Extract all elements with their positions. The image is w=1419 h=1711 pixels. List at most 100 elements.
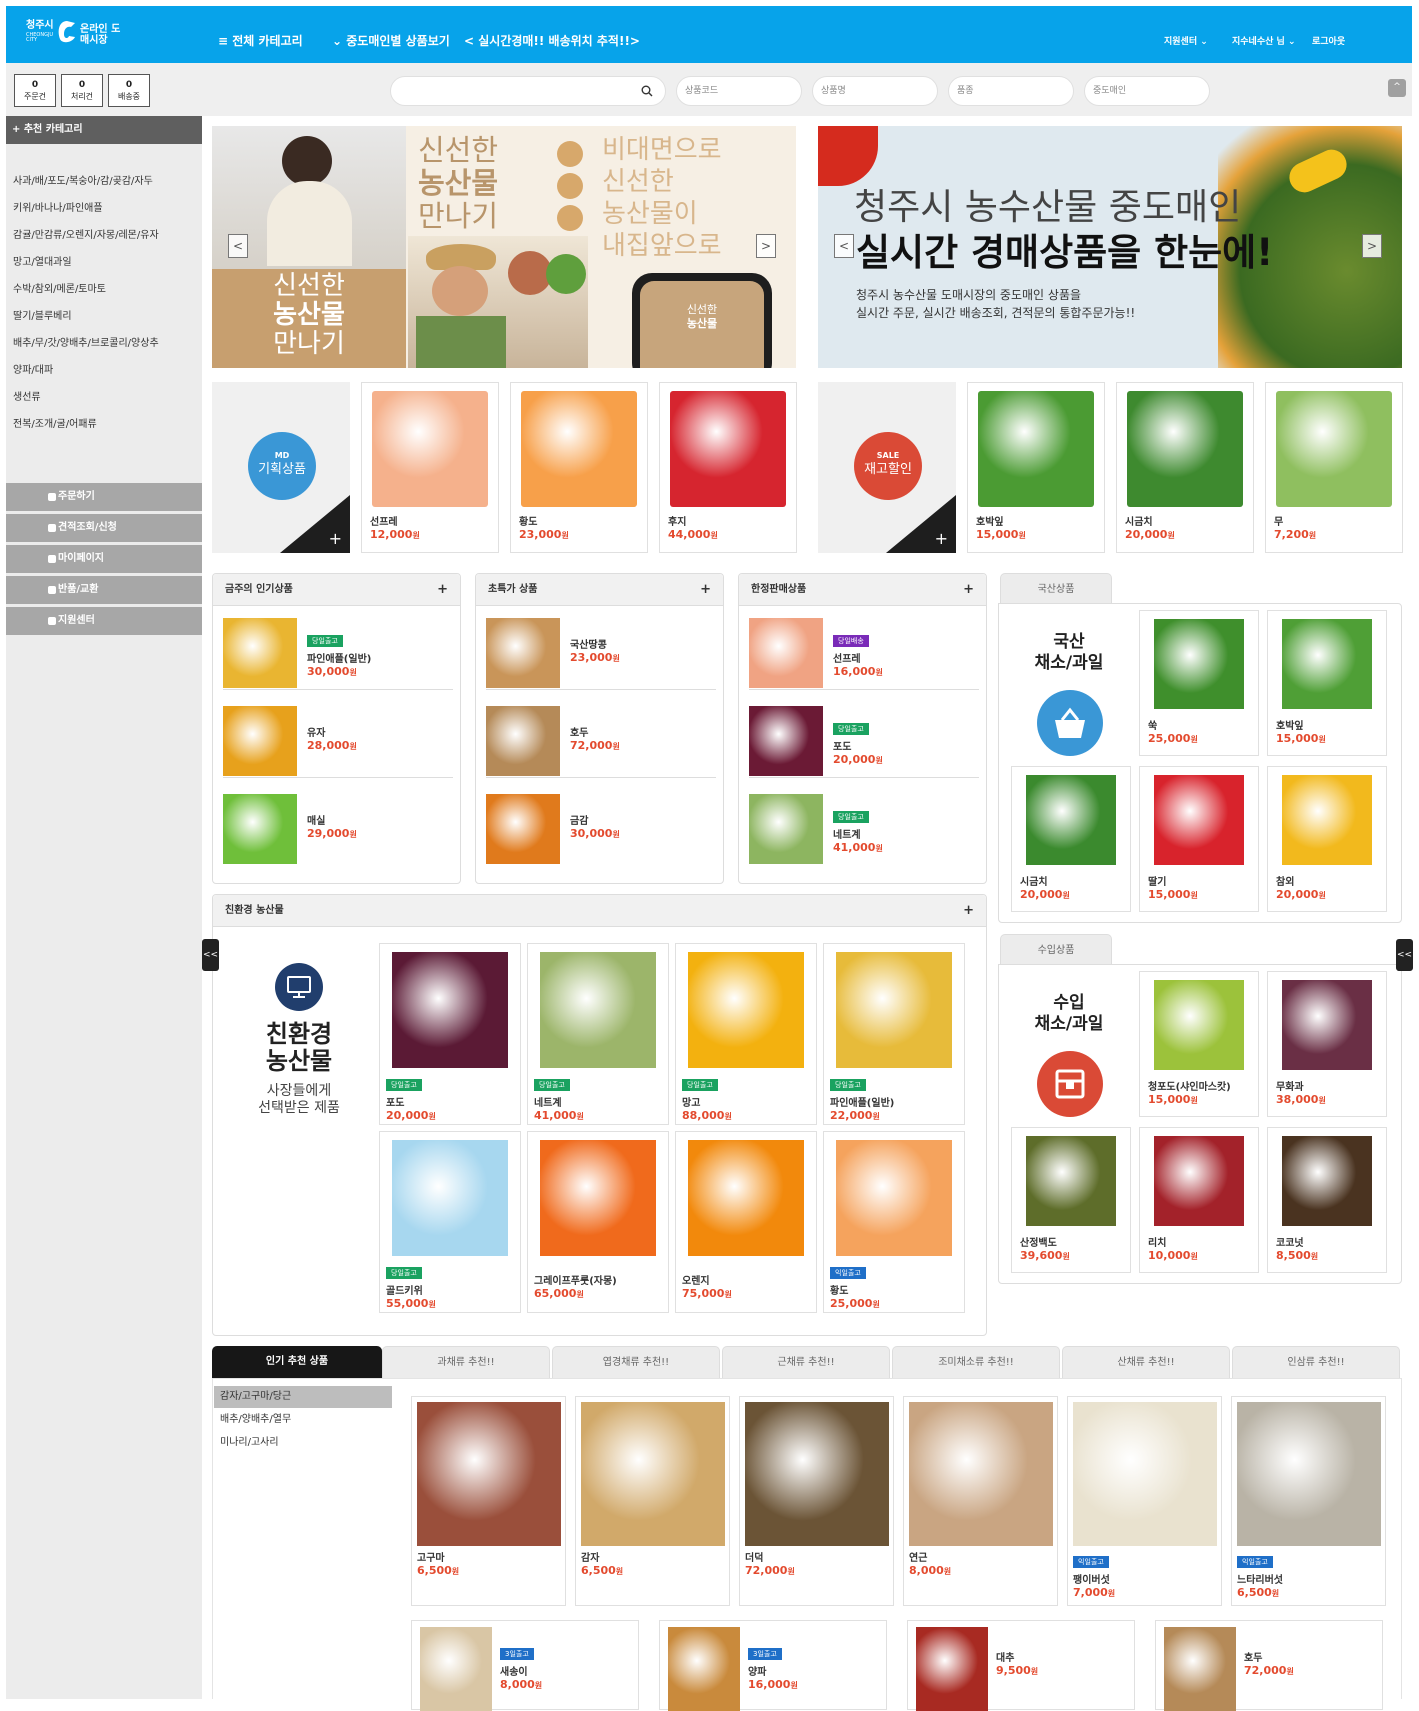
product-name[interactable]: 느타리버섯 — [1237, 1571, 1283, 1586]
product-card[interactable]: 그레이프푸룻(자몽) 65,000원 — [527, 1131, 669, 1313]
sidebar-menu-0[interactable]: 주문하기 — [6, 483, 202, 511]
product-name[interactable]: 파인애플(일반) — [830, 1094, 894, 1109]
sidebar-menu-4[interactable]: 지원센터 — [6, 607, 202, 635]
list-item[interactable]: 국산땅콩 23,000원 — [486, 614, 716, 690]
nav-realtime-auction[interactable]: < 실시간경매!! 배송위치 추적!!> — [464, 32, 640, 49]
wholesaler-input[interactable]: 중도매인 — [1084, 76, 1210, 106]
product-image[interactable] — [392, 1140, 508, 1256]
md-promo-tile[interactable]: MD 기획상품 + — [212, 382, 350, 553]
product-name[interactable]: 국산땅콩 — [570, 636, 620, 651]
product-name[interactable]: 포도 — [833, 738, 883, 753]
order-count[interactable]: 0 주문건 — [14, 74, 56, 107]
product-card[interactable]: 당일출고 파인애플(일반) 22,000원 — [823, 943, 965, 1125]
product-name[interactable]: 매실 — [307, 812, 357, 827]
product-name[interactable]: 네트계 — [833, 826, 883, 841]
banner1-prev-button[interactable]: < — [228, 234, 248, 258]
product-image[interactable] — [420, 1627, 492, 1711]
product-image[interactable] — [581, 1402, 725, 1546]
recommend-tab[interactable]: 근채류 추천!! — [722, 1346, 890, 1378]
site-logo[interactable]: 청주시 CHEONGJU CITY 온라인 도매시장 — [26, 19, 124, 55]
product-thumbnail[interactable] — [749, 794, 823, 864]
tab-imported[interactable]: 수입상품 — [1000, 934, 1112, 964]
special-more-plus-icon[interactable]: + — [700, 574, 711, 606]
product-image[interactable] — [1276, 391, 1392, 507]
banner2-next-button[interactable]: > — [1362, 234, 1382, 258]
product-card-small[interactable]: 3일출고 새송이 8,000원 — [411, 1620, 639, 1711]
product-card[interactable]: 무화과 38,000원 — [1267, 971, 1387, 1117]
sidebar-category-item[interactable]: 감귤/만감류/오렌지/자몽/레몬/유자 — [13, 226, 159, 241]
product-name[interactable]: 시금치 — [1125, 513, 1175, 528]
product-image[interactable] — [688, 952, 804, 1068]
product-thumbnail[interactable] — [223, 794, 297, 864]
md-more-plus-icon[interactable]: + — [329, 529, 342, 548]
sidebar-category-item[interactable]: 배추/무/갓/양배추/브로콜리/양상추 — [13, 334, 159, 349]
product-card[interactable]: 산정백도 39,600원 — [1011, 1127, 1131, 1273]
product-name[interactable]: 호두 — [570, 724, 620, 739]
product-name[interactable]: 황도 — [830, 1282, 880, 1297]
product-name[interactable]: 청포도(샤인마스캇) — [1148, 1078, 1231, 1093]
product-name[interactable]: 딸기 — [1148, 873, 1198, 888]
search-icon[interactable] — [641, 85, 653, 97]
product-name[interactable]: 선프레 — [833, 650, 883, 665]
product-card[interactable]: 당일출고 포도 20,000원 — [379, 943, 521, 1125]
product-card-small[interactable]: 3일출고 양파 16,000원 — [659, 1620, 887, 1711]
support-center-menu[interactable]: 지원센터 ⌄ — [1164, 34, 1208, 47]
product-thumbnail[interactable] — [223, 618, 297, 688]
product-name[interactable]: 후지 — [668, 513, 718, 528]
product-name[interactable]: 그레이프푸룻(자몽) — [534, 1272, 617, 1287]
product-card[interactable]: 코코넛 8,500원 — [1267, 1127, 1387, 1273]
product-image[interactable] — [745, 1402, 889, 1546]
product-name[interactable]: 산정백도 — [1020, 1234, 1070, 1249]
recommend-subcategory[interactable]: 배추/양배추/열무 — [214, 1409, 392, 1431]
product-card[interactable]: 황도 23,000원 — [510, 382, 648, 553]
product-card[interactable]: 고구마 6,500원 — [411, 1396, 566, 1606]
recommend-tab[interactable]: 산채류 추천!! — [1062, 1346, 1230, 1378]
product-card[interactable]: 더덕 72,000원 — [739, 1396, 894, 1606]
product-card[interactable]: 후지 44,000원 — [659, 382, 797, 553]
product-name[interactable]: 참외 — [1276, 873, 1326, 888]
product-image[interactable] — [670, 391, 786, 507]
product-image[interactable] — [392, 952, 508, 1068]
product-card[interactable]: 익일출고 황도 25,000원 — [823, 1131, 965, 1313]
sidebar-category-item[interactable]: 수박/참외/메론/토마토 — [13, 280, 106, 295]
list-item[interactable]: 매실 29,000원 — [223, 790, 453, 866]
product-name[interactable]: 감자 — [581, 1549, 623, 1564]
product-card[interactable]: 청포도(샤인마스캇) 15,000원 — [1139, 971, 1259, 1117]
product-image[interactable] — [1154, 619, 1244, 709]
variety-input[interactable]: 품종 — [948, 76, 1074, 106]
product-thumbnail[interactable] — [486, 794, 560, 864]
shipping-count[interactable]: 0 배송중 — [108, 74, 150, 107]
logout-link[interactable]: 로그아웃 — [1312, 34, 1345, 47]
product-image[interactable] — [909, 1402, 1053, 1546]
product-name[interactable]: 고구마 — [417, 1549, 459, 1564]
product-card[interactable]: 딸기 15,000원 — [1139, 766, 1259, 912]
product-thumbnail[interactable] — [223, 706, 297, 776]
processed-count[interactable]: 0 처리건 — [61, 74, 103, 107]
product-name[interactable]: 금감 — [570, 812, 620, 827]
recommend-tab[interactable]: 조미채소류 추천!! — [892, 1346, 1060, 1378]
sidebar-menu-3[interactable]: 반품/교환 — [6, 576, 202, 604]
product-card[interactable]: 오렌지 75,000원 — [675, 1131, 817, 1313]
product-image[interactable] — [540, 952, 656, 1068]
product-card[interactable]: 익일출고 느타리버섯 6,500원 — [1231, 1396, 1386, 1606]
sidebar-category-item[interactable]: 키위/바나나/파인애플 — [13, 199, 103, 214]
product-image[interactable] — [1026, 1136, 1116, 1226]
product-image[interactable] — [1154, 1136, 1244, 1226]
product-name[interactable]: 유자 — [307, 724, 357, 739]
product-image[interactable] — [1154, 775, 1244, 865]
eco-more-plus-icon[interactable]: + — [963, 895, 974, 927]
product-name[interactable]: 더덕 — [745, 1549, 795, 1564]
product-image[interactable] — [372, 391, 488, 507]
banner1-next-button[interactable]: > — [756, 234, 776, 258]
user-menu[interactable]: 지수네수산 님 ⌄ — [1232, 34, 1296, 47]
product-name[interactable]: 골드키위 — [386, 1282, 436, 1297]
recommend-subcategory[interactable]: 미나리/고사리 — [214, 1432, 392, 1454]
product-name[interactable]: 포도 — [386, 1094, 436, 1109]
sidebar-category-item[interactable]: 전복/조개/굴/어패류 — [13, 415, 97, 430]
product-card[interactable]: 감자 6,500원 — [575, 1396, 730, 1606]
product-image[interactable] — [521, 391, 637, 507]
list-item[interactable]: 당일출고 포도 20,000원 — [749, 702, 979, 778]
recommend-subcategory[interactable]: 감자/고구마/당근 — [214, 1386, 392, 1408]
product-name[interactable]: 호두 — [1244, 1649, 1294, 1664]
product-thumbnail[interactable] — [749, 706, 823, 776]
